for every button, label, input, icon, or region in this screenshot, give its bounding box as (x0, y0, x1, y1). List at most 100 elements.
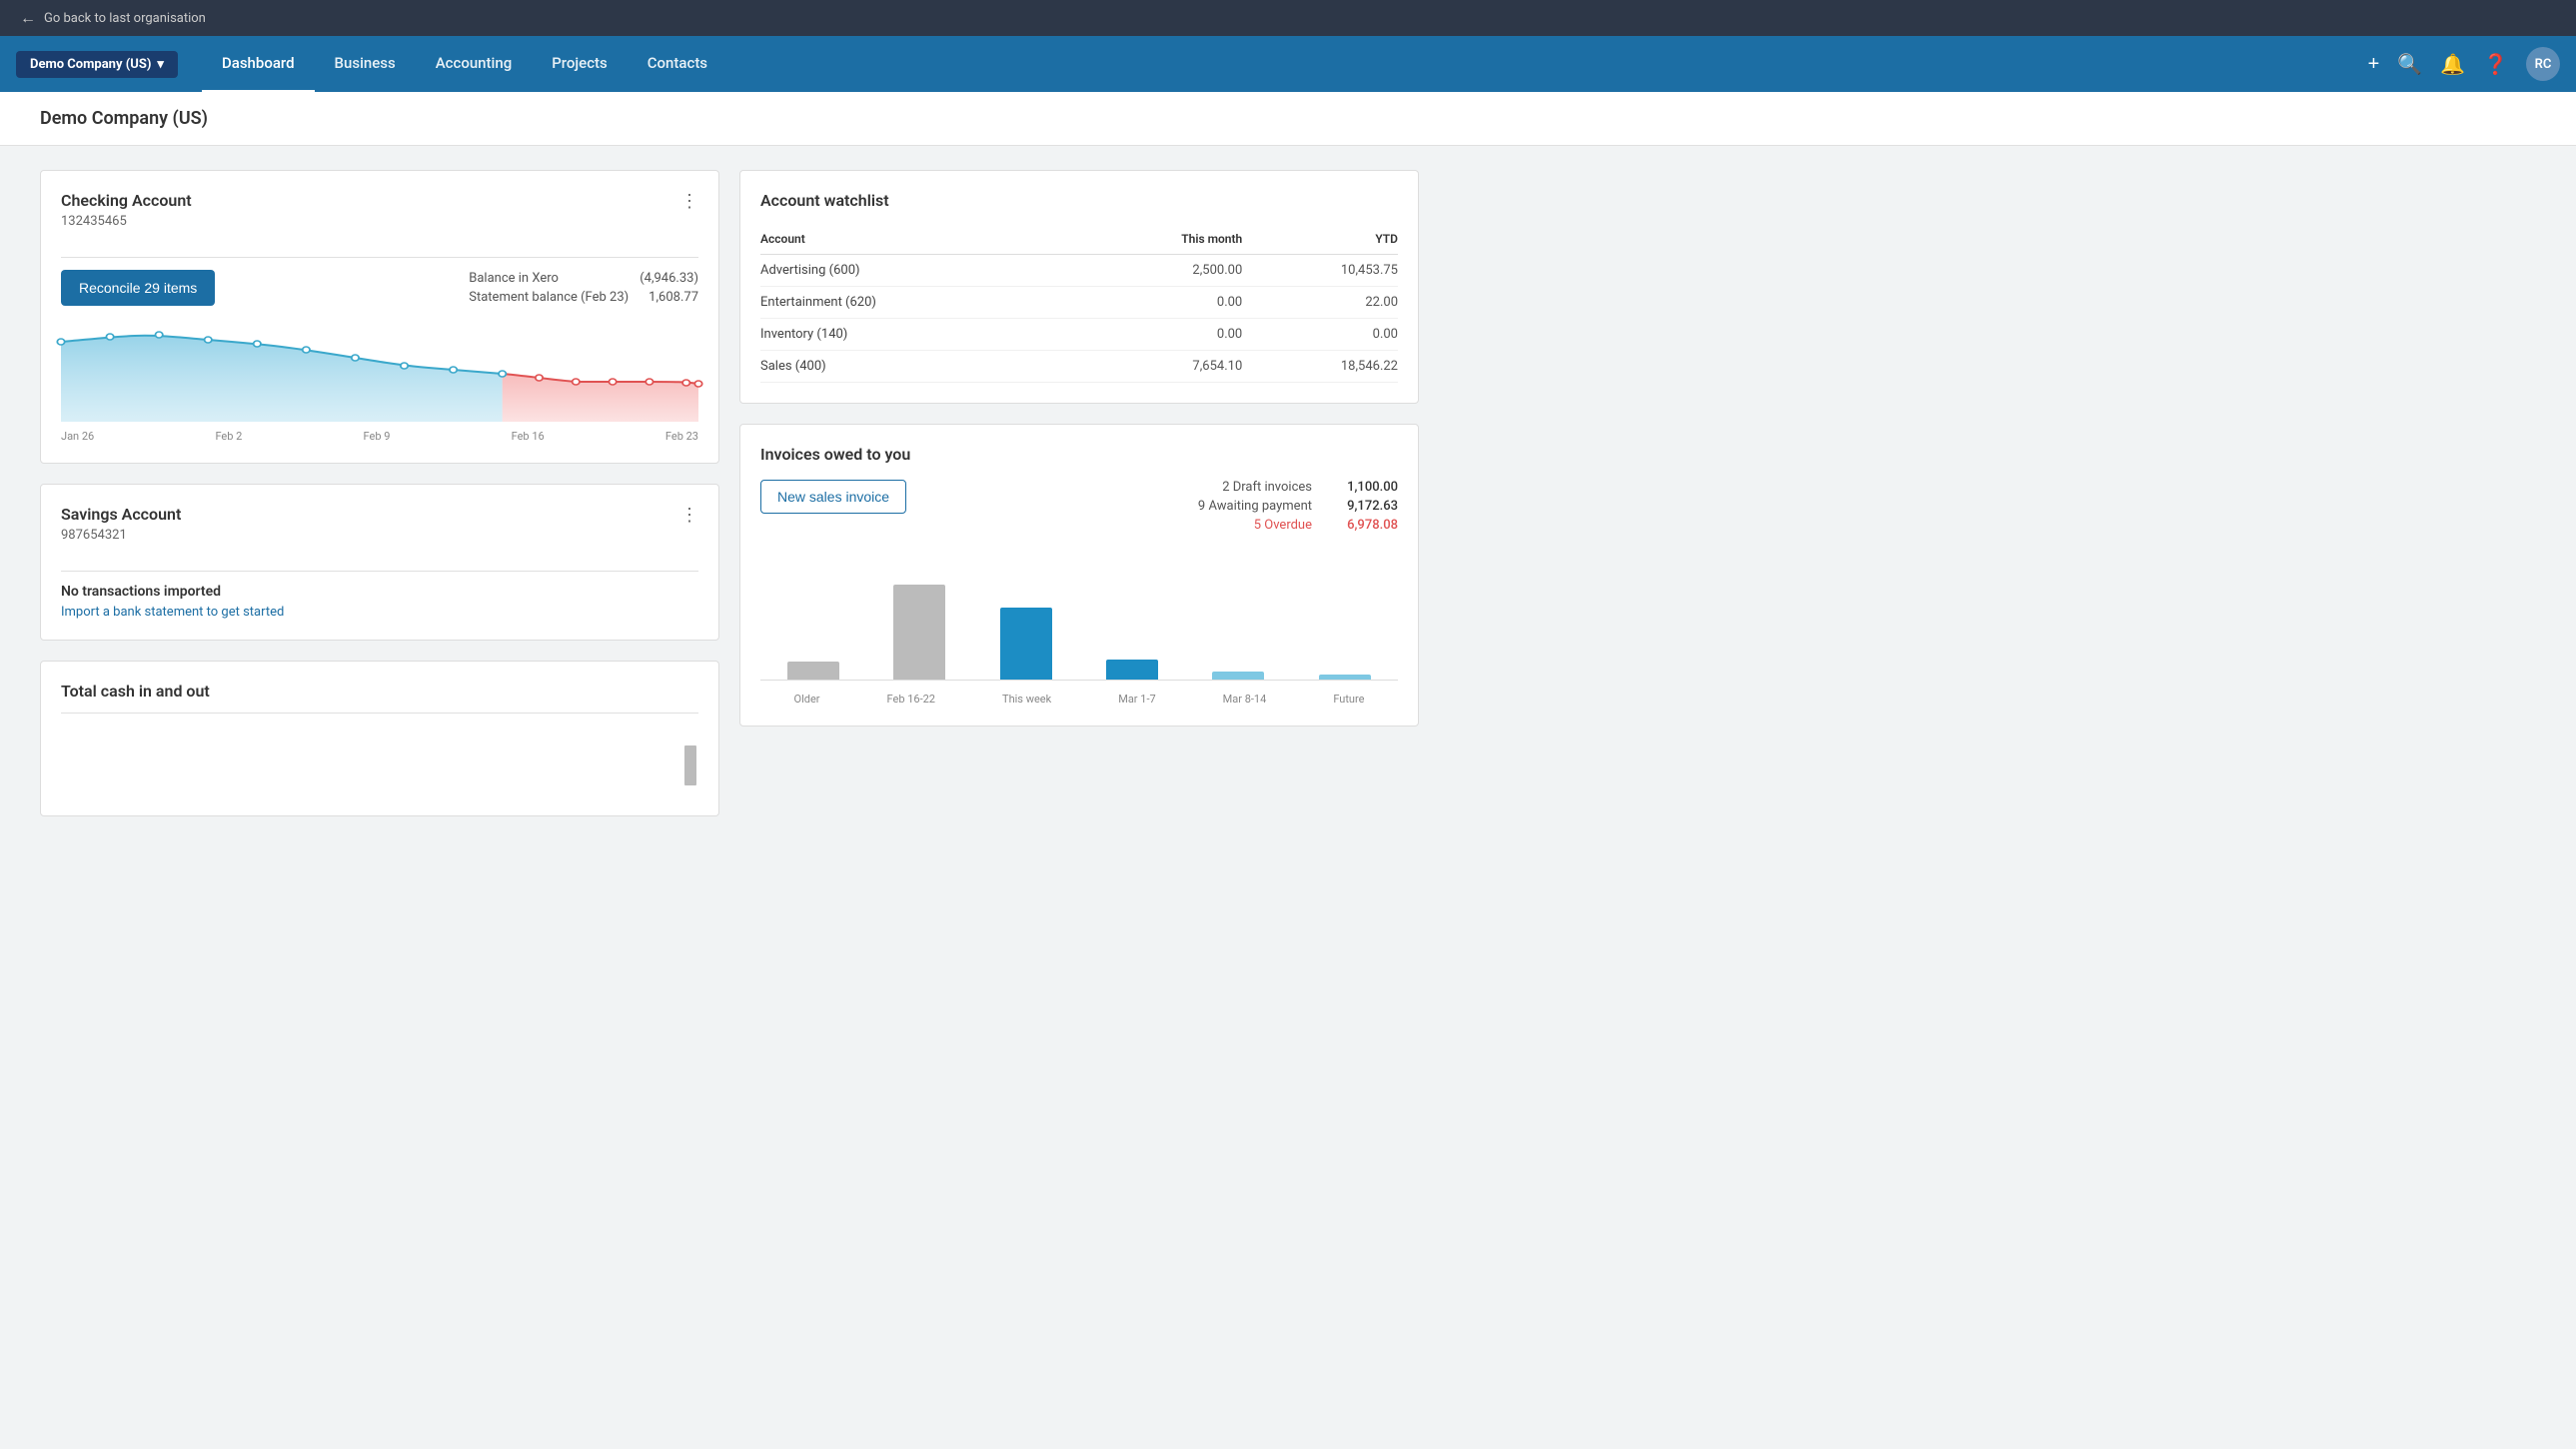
nav-business[interactable]: Business (315, 36, 416, 93)
bar-label-feb16: Feb 16-22 (887, 693, 935, 706)
chart-dot (352, 355, 359, 361)
invoice-stats: 2 Draft invoices 1,100.00 9 Awaiting pay… (1198, 480, 1398, 537)
awaiting-row: 9 Awaiting payment 9,172.63 (1198, 499, 1398, 514)
statement-balance-label: Statement balance (Feb 23) (469, 290, 629, 305)
no-transactions-label: No transactions imported (61, 584, 698, 600)
draft-row: 2 Draft invoices 1,100.00 (1198, 480, 1398, 495)
checking-account-card: Checking Account 132435465 ⋮ Reconcile 2… (40, 170, 719, 464)
page-header: Demo Company (US) (0, 92, 2576, 146)
watchlist-account-3: Sales (400) (760, 351, 1076, 383)
nav-contacts[interactable]: Contacts (628, 36, 727, 93)
table-row: Sales (400) 7,654.10 18,546.22 (760, 351, 1398, 383)
company-name: Demo Company (US) (30, 57, 151, 72)
page-title: Demo Company (US) (40, 108, 2536, 129)
no-transactions-section: No transactions imported Import a bank s… (61, 584, 698, 620)
watchlist-ytd-0: 10,453.75 (1242, 255, 1398, 287)
bar-older (787, 662, 839, 680)
bar-mar1 (1106, 660, 1158, 680)
bar-group-older (760, 662, 866, 680)
awaiting-label: 9 Awaiting payment (1198, 499, 1312, 514)
search-button[interactable]: 🔍 (2397, 52, 2422, 77)
chart-dot (401, 363, 408, 369)
nav-dashboard[interactable]: Dashboard (202, 36, 315, 93)
right-column: Account watchlist Account This month YTD… (739, 170, 1419, 816)
watchlist-table: Account This month YTD Advertising (600)… (760, 226, 1398, 383)
sparkline-svg (61, 322, 698, 422)
watchlist-account-1: Entertainment (620) (760, 287, 1076, 319)
savings-account-title: Savings Account (61, 505, 181, 524)
nav-actions: + 🔍 🔔 ❓ RC (2368, 47, 2560, 81)
bar-label-mar8: Mar 8-14 (1223, 693, 1267, 706)
table-row: Inventory (140) 0.00 0.00 (760, 319, 1398, 351)
add-button[interactable]: + (2368, 53, 2380, 76)
nav-projects[interactable]: Projects (532, 36, 628, 93)
total-cash-card: Total cash in and out (40, 661, 719, 816)
chart-dot-negative (536, 375, 543, 381)
savings-account-number: 987654321 (61, 528, 181, 543)
chart-label-feb23: Feb 23 (665, 430, 698, 443)
avatar[interactable]: RC (2526, 47, 2560, 81)
bar-group-mar8 (1185, 672, 1291, 680)
bar-labels-row: Older Feb 16-22 This week Mar 1-7 Mar 8-… (760, 687, 1398, 706)
invoices-owed-card: Invoices owed to you New sales invoice 2… (739, 424, 1419, 726)
back-label[interactable]: Go back to last organisation (44, 11, 206, 26)
bar-group-thisweek (973, 608, 1079, 680)
reconcile-button[interactable]: Reconcile 29 items (61, 270, 215, 306)
watchlist-account-2: Inventory (140) (760, 319, 1076, 351)
invoices-top: New sales invoice 2 Draft invoices 1,100… (760, 480, 1398, 537)
col-this-month: This month (1076, 226, 1242, 255)
watchlist-body: Advertising (600) 2,500.00 10,453.75 Ent… (760, 255, 1398, 383)
invoices-title: Invoices owed to you (760, 445, 1398, 464)
draft-label: 2 Draft invoices (1222, 480, 1312, 495)
account-watchlist-card: Account watchlist Account This month YTD… (739, 170, 1419, 404)
notifications-button[interactable]: 🔔 (2440, 52, 2465, 77)
nav-accounting[interactable]: Accounting (416, 36, 532, 93)
help-button[interactable]: ❓ (2483, 52, 2508, 77)
chart-dot-negative (573, 379, 580, 385)
main-content: Checking Account 132435465 ⋮ Reconcile 2… (0, 146, 1459, 840)
watchlist-ytd-1: 22.00 (1242, 287, 1398, 319)
awaiting-value: 9,172.63 (1328, 499, 1398, 514)
chart-label-feb16: Feb 16 (512, 430, 545, 443)
total-cash-title: Total cash in and out (61, 682, 698, 701)
overdue-row: 5 Overdue 6,978.08 (1198, 518, 1398, 533)
savings-account-header: Savings Account 987654321 ⋮ (61, 505, 698, 559)
sparkline-chart (61, 322, 698, 422)
overdue-value: 6,978.08 (1328, 518, 1398, 533)
chart-dot-negative (682, 380, 689, 386)
balance-xero-value: (4,946.33) (640, 271, 698, 286)
chart-label-feb9: Feb 9 (364, 430, 391, 443)
chart-dot (155, 332, 162, 338)
company-selector[interactable]: Demo Company (US) ▾ (16, 51, 178, 78)
divider (61, 571, 698, 572)
bar-label-mar1: Mar 1-7 (1118, 693, 1155, 706)
bar-feb16 (893, 585, 945, 680)
new-invoice-button[interactable]: New sales invoice (760, 480, 906, 514)
chevron-down-icon: ▾ (157, 57, 164, 72)
watchlist-thismonth-2: 0.00 (1076, 319, 1242, 351)
chart-labels: Jan 26 Feb 2 Feb 9 Feb 16 Feb 23 (61, 430, 698, 443)
chart-dot (450, 367, 457, 373)
balance-xero-label: Balance in Xero (469, 271, 559, 286)
divider (61, 257, 698, 258)
table-row: Entertainment (620) 0.00 22.00 (760, 287, 1398, 319)
watchlist-ytd-2: 0.00 (1242, 319, 1398, 351)
checking-account-number: 132435465 (61, 214, 192, 229)
watchlist-title: Account watchlist (760, 191, 1398, 210)
savings-account-menu[interactable]: ⋮ (680, 505, 698, 526)
invoice-bar-chart-container: Older Feb 16-22 This week Mar 1-7 Mar 8-… (760, 553, 1398, 706)
total-cash-bar-preview (682, 725, 698, 785)
chart-dot (106, 334, 113, 340)
chart-dot-negative (694, 381, 701, 387)
balance-info: Balance in Xero (4,946.33) Statement bal… (469, 271, 698, 305)
watchlist-thismonth-1: 0.00 (1076, 287, 1242, 319)
chart-label-jan26: Jan 26 (61, 430, 94, 443)
chart-dot (303, 347, 310, 353)
checking-account-menu[interactable]: ⋮ (680, 191, 698, 212)
bar-label-future: Future (1333, 693, 1364, 706)
import-bank-statement-link[interactable]: Import a bank statement to get started (61, 605, 284, 620)
chart-area-positive (61, 336, 503, 422)
chart-dot (254, 341, 261, 347)
bar-group-future (1292, 675, 1398, 680)
checking-account-title: Checking Account (61, 191, 192, 210)
